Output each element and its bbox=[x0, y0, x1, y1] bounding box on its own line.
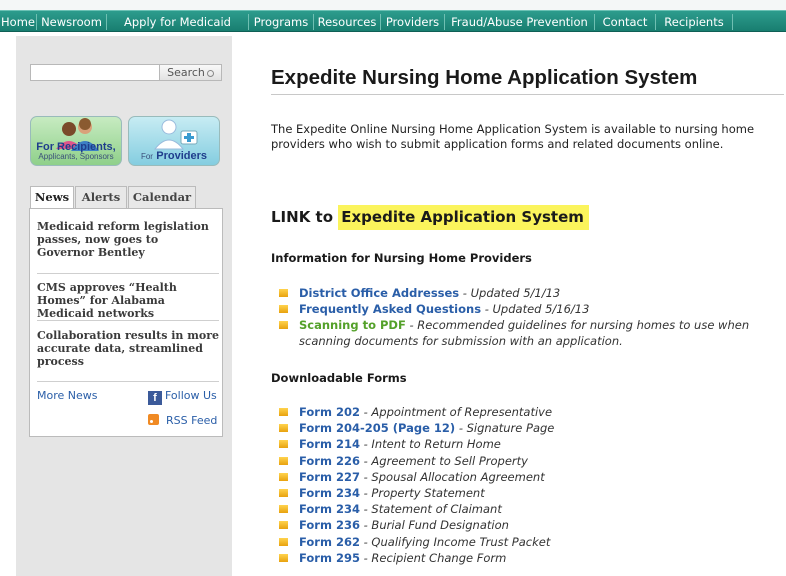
form-desc: - Appointment of Representative bbox=[359, 405, 553, 419]
form-link[interactable]: Form 236 bbox=[299, 518, 360, 532]
top-navigation: Home Newsroom Apply for Medicaid Program… bbox=[0, 0, 786, 36]
form-link[interactable]: Form 227 bbox=[299, 470, 360, 484]
page-title: Expedite Nursing Home Application System bbox=[271, 66, 698, 89]
link-heading-prefix: LINK to bbox=[271, 208, 334, 226]
rss-icon bbox=[148, 414, 159, 425]
bullet-icon bbox=[279, 553, 288, 562]
form-desc: - Statement of Claimant bbox=[359, 502, 502, 517]
form-link[interactable]: Form 202 bbox=[299, 405, 360, 419]
left-sidebar: Search For Recipients, Applicants, Spons… bbox=[16, 36, 232, 576]
nav-item-contact[interactable]: Contact bbox=[595, 11, 655, 33]
nav-item-newsroom[interactable]: Newsroom bbox=[37, 11, 106, 33]
search-button[interactable]: Search bbox=[159, 64, 222, 81]
more-news-link[interactable]: More News bbox=[37, 389, 98, 402]
tab-news[interactable]: News bbox=[30, 186, 74, 209]
rss-feed-link[interactable]: RSS Feed bbox=[148, 414, 217, 427]
bullet-icon bbox=[279, 472, 288, 481]
bullet-icon bbox=[279, 424, 288, 433]
tab-calendar[interactable]: Calendar bbox=[128, 186, 196, 208]
bullet-icon bbox=[279, 456, 288, 465]
search-button-label: Search bbox=[167, 66, 205, 79]
recipients-tile[interactable]: For Recipients, Applicants, Sponsors bbox=[30, 116, 122, 166]
follow-us-label: Follow Us bbox=[165, 389, 217, 402]
bullet-icon bbox=[279, 321, 288, 329]
providers-tile-text: Providers bbox=[156, 150, 208, 162]
follow-us-link[interactable]: f Follow Us bbox=[148, 389, 217, 405]
news-divider bbox=[37, 320, 219, 321]
nav-item-providers[interactable]: Providers bbox=[381, 11, 444, 33]
nav-item-resources[interactable]: Resources bbox=[314, 11, 380, 33]
nav-item-home[interactable]: Home bbox=[0, 11, 36, 33]
news-panel: Medicaid reform legislation passes, now … bbox=[29, 208, 223, 437]
facebook-icon: f bbox=[148, 391, 162, 405]
scanning-to-pdf-link[interactable]: Scanning to PDF bbox=[299, 318, 406, 332]
bullet-icon bbox=[279, 505, 288, 514]
nav-item-apply-for-medicaid[interactable]: Apply for Medicaid bbox=[107, 11, 248, 33]
form-desc: - Recipient Change Form bbox=[359, 550, 507, 565]
providers-tile[interactable]: For Providers bbox=[128, 116, 220, 166]
form-desc: - Spousal Allocation Agreement bbox=[359, 469, 545, 484]
tab-alerts[interactable]: Alerts bbox=[75, 186, 127, 208]
recipients-tile-label: For Recipients, Applicants, Sponsors bbox=[31, 142, 121, 161]
nav-item-recipients[interactable]: Recipients bbox=[656, 11, 732, 33]
form-desc: - Signature Page bbox=[455, 421, 555, 436]
recipients-tile-line2: Applicants, Sponsors bbox=[38, 152, 114, 161]
form-link[interactable]: Form 226 bbox=[299, 454, 360, 468]
bullet-icon bbox=[279, 537, 288, 546]
form-desc: - Burial Fund Designation bbox=[359, 518, 509, 533]
nav-bar: Home Newsroom Apply for Medicaid Program… bbox=[0, 10, 786, 32]
bullet-icon bbox=[279, 289, 288, 297]
list-item-desc-continued: scanning documents for submission with a… bbox=[299, 334, 623, 348]
news-item[interactable]: CMS approves “Health Homes” for Alabama … bbox=[37, 281, 219, 320]
news-divider bbox=[37, 273, 219, 274]
form-link[interactable]: Form 295 bbox=[299, 551, 360, 565]
nav-item-programs[interactable]: Programs bbox=[249, 11, 313, 33]
bullet-icon bbox=[279, 408, 288, 416]
form-link[interactable]: Form 214 bbox=[299, 437, 360, 451]
list-item-desc: - Updated 5/16/13 bbox=[481, 302, 590, 316]
list-item-desc: - Updated 5/1/13 bbox=[459, 286, 561, 300]
news-item[interactable]: Collaboration results in more accurate d… bbox=[37, 329, 219, 368]
form-link[interactable]: Form 262 bbox=[299, 535, 360, 549]
link-heading: LINK to Expedite Application System bbox=[271, 205, 589, 230]
providers-tile-label: For Providers bbox=[129, 150, 219, 162]
bullet-icon bbox=[279, 305, 288, 313]
bullet-icon bbox=[279, 521, 288, 530]
form-link[interactable]: Form 204-205 (Page 12) bbox=[299, 421, 455, 435]
providers-tile-prefix: For bbox=[140, 152, 153, 161]
list-item-desc: - Recommended guidelines for nursing hom… bbox=[405, 318, 750, 332]
search-icon bbox=[206, 70, 214, 77]
faq-link[interactable]: Frequently Asked Questions bbox=[299, 302, 481, 316]
title-divider bbox=[271, 94, 784, 95]
main-content: Expedite Nursing Home Application System… bbox=[232, 36, 786, 576]
bullet-icon bbox=[279, 489, 288, 497]
bullet-icon bbox=[279, 440, 288, 449]
expedite-application-system-link[interactable]: Expedite Application System bbox=[338, 205, 589, 230]
form-desc: - Property Statement bbox=[359, 486, 485, 500]
news-divider bbox=[37, 381, 219, 382]
nav-item-fraud-abuse-prevention[interactable]: Fraud/Abuse Prevention bbox=[445, 11, 594, 33]
district-office-addresses-link[interactable]: District Office Addresses bbox=[299, 286, 459, 300]
news-item[interactable]: Medicaid reform legislation passes, now … bbox=[37, 220, 219, 259]
form-desc: - Qualifying Income Trust Packet bbox=[359, 534, 551, 549]
form-desc: - Intent to Return Home bbox=[359, 437, 501, 452]
intro-paragraph: The Expedite Online Nursing Home Applica… bbox=[271, 122, 755, 151]
form-link[interactable]: Form 234 bbox=[299, 502, 360, 516]
top-strip bbox=[0, 0, 786, 10]
forms-heading: Downloadable Forms bbox=[271, 371, 407, 385]
search-input[interactable] bbox=[30, 64, 160, 81]
form-desc: - Agreement to Sell Property bbox=[359, 453, 528, 468]
info-heading: Information for Nursing Home Providers bbox=[271, 251, 532, 265]
form-link[interactable]: Form 234 bbox=[299, 486, 360, 500]
rss-feed-label: RSS Feed bbox=[166, 414, 218, 427]
